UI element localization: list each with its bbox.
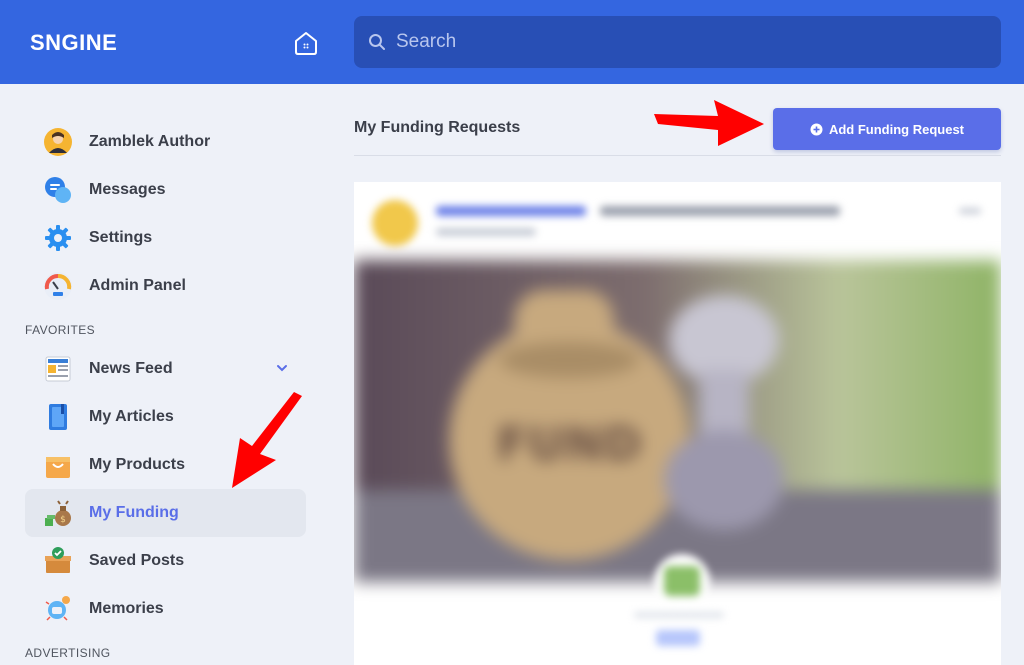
sidebar-item-label: Memories <box>89 600 164 617</box>
sidebar-item-label: My Funding <box>89 504 179 521</box>
saved-box-icon <box>43 546 73 576</box>
newspaper-icon <box>43 354 73 384</box>
svg-text:FUND: FUND <box>496 417 641 471</box>
page-title: My Funding Requests <box>354 119 521 136</box>
sidebar-item-label: My Articles <box>89 408 174 425</box>
sidebar-item-settings[interactable]: Settings <box>25 214 306 262</box>
sidebar-item-label: Settings <box>89 229 153 246</box>
post-author-name[interactable] <box>436 206 586 216</box>
sidebar-item-label: My Products <box>89 456 186 473</box>
chat-bubbles-icon <box>43 175 73 205</box>
speedometer-icon <box>43 271 73 301</box>
funding-donate-button[interactable] <box>656 630 700 646</box>
sidebar-item-saved-posts[interactable]: Saved Posts <box>25 537 306 585</box>
funding-post-card[interactable]: FUND <box>354 182 1001 665</box>
top-navbar: SNGINE <box>0 0 1024 84</box>
funding-progress-text <box>634 612 724 618</box>
app-logo[interactable]: SNGINE <box>30 30 117 56</box>
money-bag-icon: $ <box>43 498 73 528</box>
advertising-section-title: ADVERTISING <box>25 646 111 660</box>
search-icon <box>369 34 385 50</box>
add-funding-request-label: Add Funding Request <box>828 121 965 137</box>
favorites-section-title: FAVORITES <box>25 323 96 337</box>
sidebar-item-memories[interactable]: Memories <box>25 585 306 633</box>
sidebar-item-my-articles[interactable]: My Articles <box>25 393 306 441</box>
gear-icon <box>43 223 73 253</box>
header-divider <box>354 155 1001 156</box>
sidebar-item-news-feed[interactable]: News Feed <box>25 345 306 393</box>
post-options-icon[interactable] <box>959 208 981 214</box>
sidebar-item-my-funding[interactable]: $ My Funding <box>25 489 306 537</box>
sidebar-item-messages[interactable]: Messages <box>25 166 306 214</box>
shopping-bag-icon <box>43 450 73 480</box>
search-input[interactable] <box>396 31 976 53</box>
sidebar-item-admin-panel[interactable]: Admin Panel <box>25 262 306 310</box>
post-author-avatar[interactable] <box>372 200 418 246</box>
arrow-annotation-icon <box>654 100 764 146</box>
sidebar-item-profile[interactable]: Zamblek Author <box>25 118 306 166</box>
funding-cover-image[interactable]: FUND <box>354 260 1001 582</box>
memories-icon <box>43 594 73 624</box>
sidebar-item-my-products[interactable]: My Products <box>25 441 306 489</box>
sidebar-item-label: Zamblek Author <box>89 133 211 150</box>
sidebar-item-label: Saved Posts <box>89 552 185 569</box>
plus-circle-icon <box>810 123 823 135</box>
post-header-blurred <box>354 182 1001 260</box>
home-icon[interactable] <box>292 29 320 57</box>
sidebar-item-label: Admin Panel <box>89 277 186 294</box>
notebook-icon <box>43 402 73 432</box>
search-bar[interactable] <box>354 16 1001 68</box>
svg-text:$: $ <box>60 515 66 525</box>
funding-author-avatar[interactable] <box>664 566 700 596</box>
add-funding-request-button[interactable]: Add Funding Request <box>773 108 1001 150</box>
sidebar-item-label: News Feed <box>89 360 173 377</box>
sidebar-item-label: Messages <box>89 181 166 198</box>
post-timestamp <box>436 228 536 236</box>
user-avatar-icon <box>43 127 73 157</box>
chevron-down-icon[interactable] <box>276 362 288 374</box>
post-footer-blurred <box>354 554 1001 665</box>
post-action-text <box>600 206 840 216</box>
